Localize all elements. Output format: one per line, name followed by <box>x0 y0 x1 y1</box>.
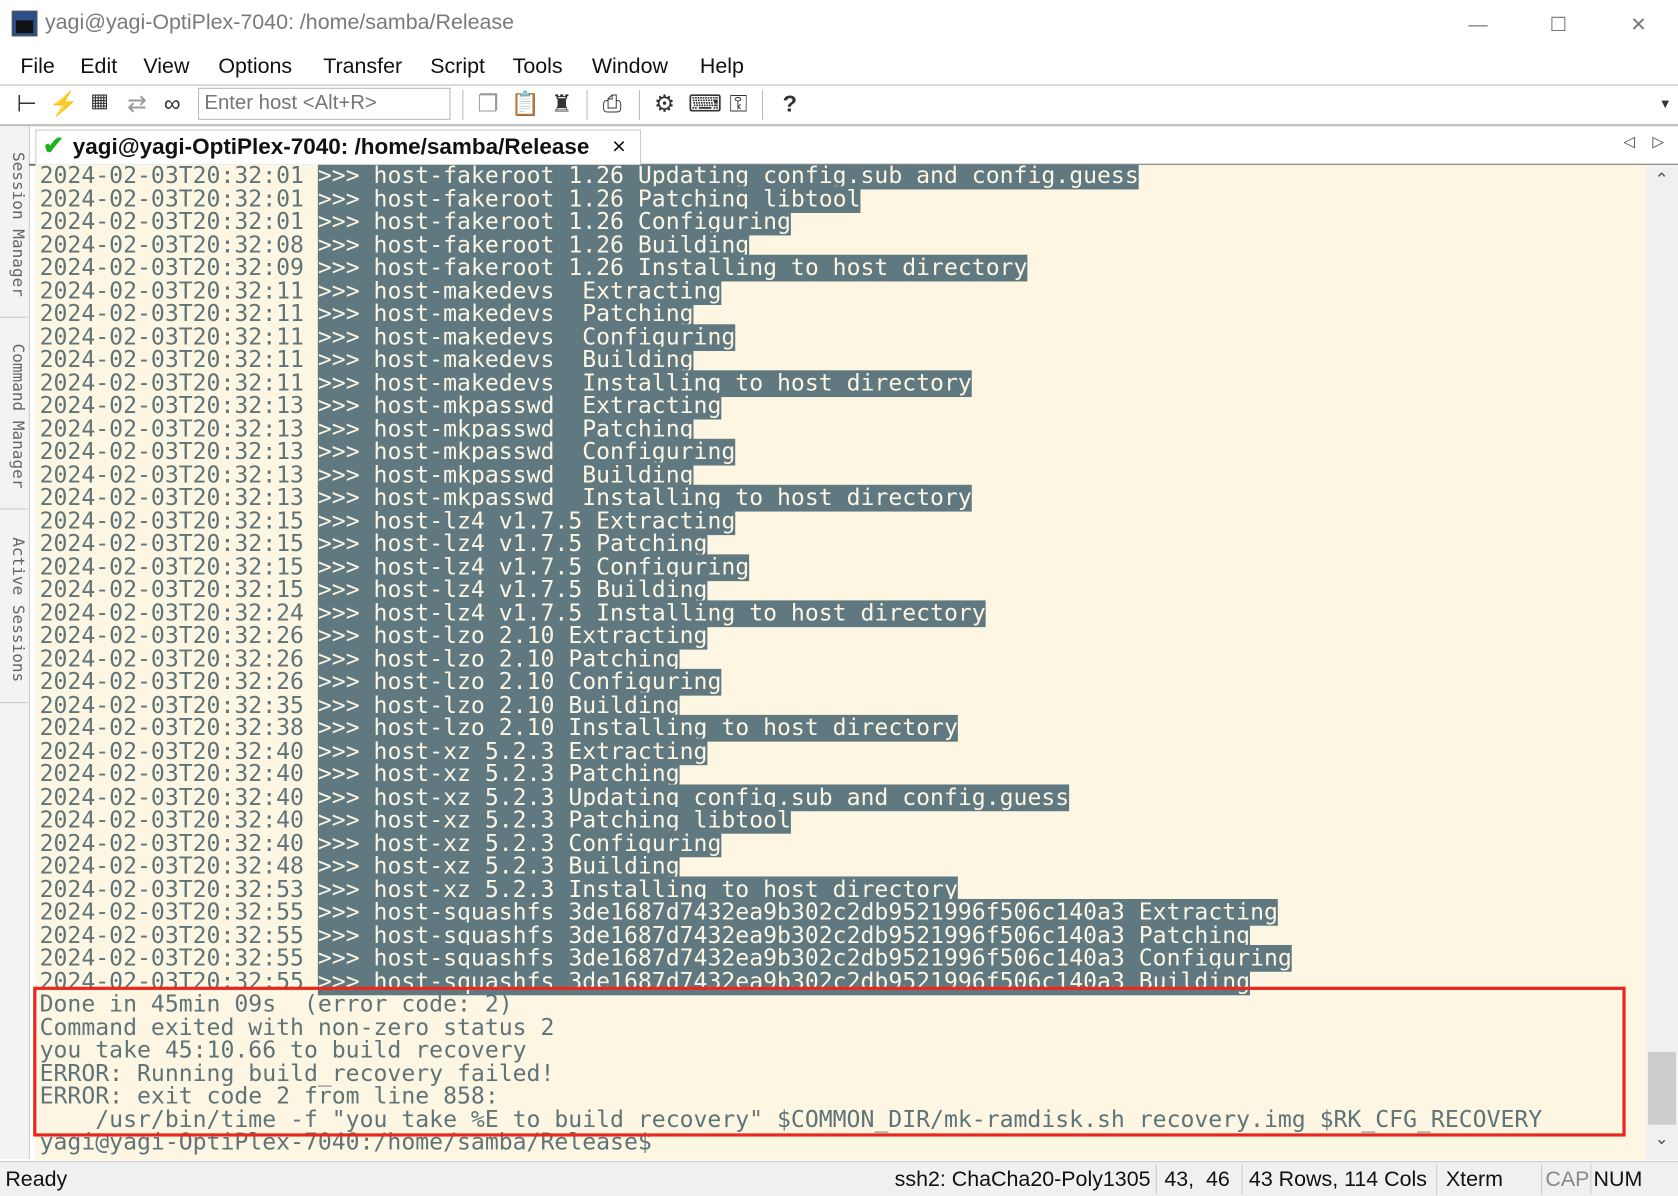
status-cap: CAP <box>1545 1167 1590 1192</box>
disconnect-icon[interactable]: ∞ <box>158 90 186 118</box>
close-window-button[interactable]: ✕ <box>1614 9 1663 41</box>
session-tab-bar: ✔ yagi@yagi-OptiPlex-7040: /home/samba/R… <box>28 126 1678 166</box>
annotation-box <box>33 986 1626 1137</box>
log-line: 2024-02-03T20:32:13 >>> host-mkpasswd In… <box>35 484 1646 512</box>
log-line: 2024-02-03T20:32:26 >>> host-lzo 2.10 Ex… <box>35 622 1646 650</box>
tab-scroll-left-icon[interactable]: ◁ <box>1623 133 1635 151</box>
log-line: 2024-02-03T20:32:11 >>> host-makedevs Co… <box>35 323 1646 351</box>
session-tab-label: yagi@yagi-OptiPlex-7040: /home/samba/Rel… <box>72 134 590 160</box>
menu-transfer[interactable]: Transfer <box>323 55 402 80</box>
paste-icon[interactable]: 📋 <box>510 90 539 118</box>
scrollbar-thumb[interactable] <box>1648 1052 1676 1125</box>
connect-icon[interactable]: ⊢ <box>13 90 41 118</box>
menu-edit[interactable]: Edit <box>80 55 117 80</box>
log-line: 2024-02-03T20:32:40 >>> host-xz 5.2.3 Pa… <box>35 806 1646 834</box>
toolbar: ⊢ ⚡ ▦ ⇄ ∞ ❐ 📋 ♜ ⎙ ⚙ ⌨ ⚿ ? ▼ <box>0 86 1678 127</box>
status-cipher: ssh2: ChaCha20-Poly1305 <box>894 1167 1151 1192</box>
log-line: 2024-02-03T20:32:24 >>> host-lz4 v1.7.5 … <box>35 599 1646 627</box>
status-emulation: Xterm <box>1445 1167 1503 1192</box>
log-line: 2024-02-03T20:32:15 >>> host-lz4 v1.7.5 … <box>35 507 1646 535</box>
host-input[interactable] <box>197 87 451 120</box>
log-line: 2024-02-03T20:32:13 >>> host-mkpasswd Ex… <box>35 392 1646 420</box>
status-num: NUM <box>1593 1167 1643 1192</box>
log-line: 2024-02-03T20:32:11 >>> host-makedevs Ex… <box>35 277 1646 305</box>
log-line: 2024-02-03T20:32:15 >>> host-lz4 v1.7.5 … <box>35 553 1646 581</box>
log-line: 2024-02-03T20:32:26 >>> host-lzo 2.10 Co… <box>35 668 1646 696</box>
log-line: 2024-02-03T20:32:11 >>> host-makedevs In… <box>35 369 1646 397</box>
scroll-down-icon[interactable]: ⌄ <box>1655 1128 1669 1149</box>
quick-connect-icon[interactable]: ⚡ <box>49 90 78 118</box>
log-line: 2024-02-03T20:32:40 >>> host-xz 5.2.3 Pa… <box>35 760 1646 788</box>
find-icon[interactable]: ♜ <box>548 90 576 118</box>
log-line: 2024-02-03T20:32:01 >>> host-fakeroot 1.… <box>35 185 1646 213</box>
log-line: 2024-02-03T20:32:40 >>> host-xz 5.2.3 Ex… <box>35 737 1646 765</box>
copy-icon[interactable]: ❐ <box>474 90 502 118</box>
terminal-scrollbar[interactable]: ⌃ ⌄ <box>1645 164 1678 1161</box>
menu-view[interactable]: View <box>143 55 189 80</box>
securecrt-window: yagi@yagi-OptiPlex-7040: /home/samba/Rel… <box>0 0 1678 1196</box>
session-tab[interactable]: ✔ yagi@yagi-OptiPlex-7040: /home/samba/R… <box>35 129 642 165</box>
minimize-button[interactable]: — <box>1453 9 1502 41</box>
window-title: yagi@yagi-OptiPlex-7040: /home/samba/Rel… <box>44 10 515 35</box>
log-line: 2024-02-03T20:32:11 >>> host-makedevs Bu… <box>35 346 1646 374</box>
log-line: 2024-02-03T20:32:55 >>> host-squashfs 3d… <box>35 898 1646 926</box>
maximize-button[interactable]: ☐ <box>1534 9 1583 41</box>
menu-help[interactable]: Help <box>700 55 744 80</box>
help-icon[interactable]: ? <box>776 90 804 118</box>
log-line: 2024-02-03T20:32:09 >>> host-fakeroot 1.… <box>35 254 1646 282</box>
log-line: 2024-02-03T20:32:01 >>> host-fakeroot 1.… <box>35 208 1646 236</box>
log-line: 2024-02-03T20:32:13 >>> host-mkpasswd Co… <box>35 438 1646 466</box>
log-line: 2024-02-03T20:32:26 >>> host-lzo 2.10 Pa… <box>35 645 1646 673</box>
tab-session-manager[interactable]: Session Manager <box>0 133 28 318</box>
menu-script[interactable]: Script <box>430 55 485 80</box>
log-line: 2024-02-03T20:32:55 >>> host-squashfs 3d… <box>35 944 1646 972</box>
tab-active-sessions[interactable]: Active Sessions <box>0 518 28 704</box>
key-icon[interactable]: ⚿ <box>725 90 753 118</box>
settings-icon[interactable]: ⚙ <box>651 90 679 118</box>
title-bar: yagi@yagi-OptiPlex-7040: /home/samba/Rel… <box>0 0 1678 48</box>
log-line: 2024-02-03T20:32:01 >>> host-fakeroot 1.… <box>35 164 1646 190</box>
log-line: 2024-02-03T20:32:15 >>> host-lz4 v1.7.5 … <box>35 530 1646 558</box>
tab-command-manager[interactable]: Command Manager <box>0 324 28 510</box>
terminal-icon[interactable]: ▦ <box>86 90 114 112</box>
print-icon[interactable]: ⎙ <box>598 90 626 118</box>
side-panel: Session Manager Command Manager Active S… <box>0 126 30 1160</box>
log-line: 2024-02-03T20:32:13 >>> host-mkpasswd Pa… <box>35 415 1646 443</box>
close-tab-icon[interactable]: × <box>612 133 626 161</box>
status-size: 43 Rows, 114 Cols <box>1248 1167 1427 1192</box>
status-ready: Ready <box>5 1167 68 1192</box>
log-line: 2024-02-03T20:32:55 >>> host-squashfs 3d… <box>35 921 1646 949</box>
status-bar: Ready ssh2: ChaCha20-Poly1305 43, 46 43 … <box>0 1161 1678 1196</box>
keymap-icon[interactable]: ⌨ <box>688 90 722 118</box>
log-line: 2024-02-03T20:32:35 >>> host-lzo 2.10 Bu… <box>35 691 1646 719</box>
log-line: 2024-02-03T20:32:08 >>> host-fakeroot 1.… <box>35 231 1646 259</box>
reconnect-icon[interactable]: ⇄ <box>123 90 151 118</box>
menu-file[interactable]: File <box>20 55 54 80</box>
app-icon <box>11 10 38 37</box>
status-cursor: 43, 46 <box>1164 1167 1230 1192</box>
menu-tools[interactable]: Tools <box>513 55 563 80</box>
log-line: 2024-02-03T20:32:13 >>> host-mkpasswd Bu… <box>35 461 1646 489</box>
log-line: 2024-02-03T20:32:48 >>> host-xz 5.2.3 Bu… <box>35 852 1646 880</box>
menu-options[interactable]: Options <box>218 55 292 80</box>
log-line: 2024-02-03T20:32:11 >>> host-makedevs Pa… <box>35 300 1646 328</box>
log-line: 2024-02-03T20:32:38 >>> host-lzo 2.10 In… <box>35 714 1646 742</box>
menu-bar: File Edit View Options Transfer Script T… <box>0 48 1678 86</box>
log-line: 2024-02-03T20:32:53 >>> host-xz 5.2.3 In… <box>35 875 1646 903</box>
connected-check-icon: ✔ <box>42 131 65 161</box>
log-line: 2024-02-03T20:32:40 >>> host-xz 5.2.3 Up… <box>35 783 1646 811</box>
scroll-up-icon[interactable]: ⌃ <box>1655 169 1669 190</box>
log-line: 2024-02-03T20:32:15 >>> host-lz4 v1.7.5 … <box>35 576 1646 604</box>
log-line: 2024-02-03T20:32:40 >>> host-xz 5.2.3 Co… <box>35 829 1646 857</box>
menu-window[interactable]: Window <box>592 55 668 80</box>
toolbar-dropdown-icon[interactable]: ▼ <box>1651 96 1678 111</box>
tab-scroll-right-icon[interactable]: ▷ <box>1652 133 1664 151</box>
